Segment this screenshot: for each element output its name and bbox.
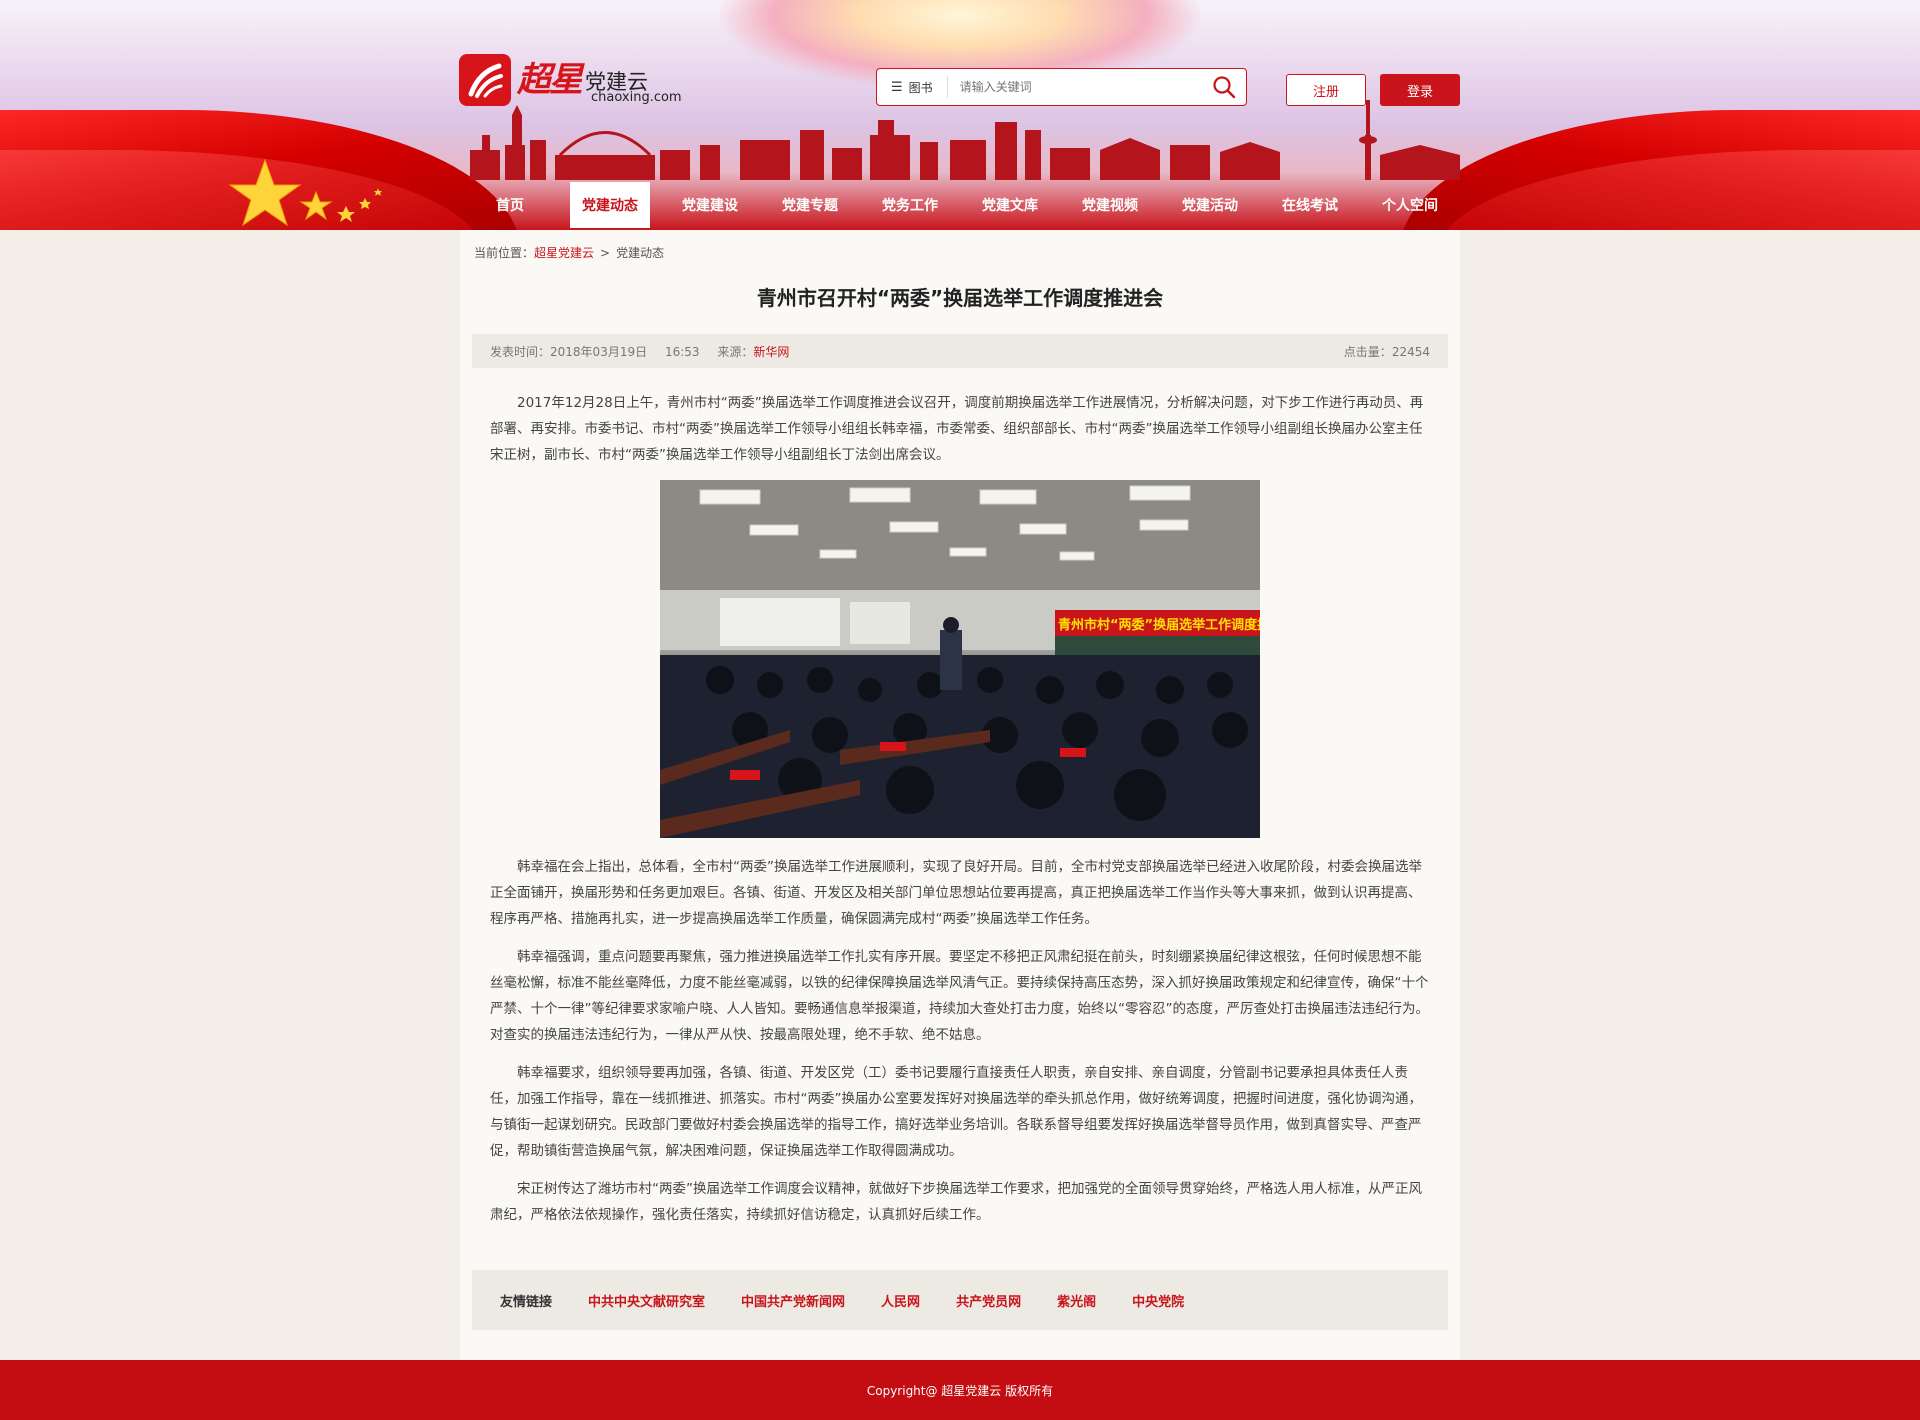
nav-item-home[interactable]: 首页 [460,180,560,230]
friend-links-bar: 友情链接 中共中央文献研究室 中国共产党新闻网 人民网 共产党员网 紫光阁 中央… [472,1270,1448,1330]
header-banner: 超星 党建云 chaoxing.com ☰ 图书 注册 登录 首页 党建动态 党… [0,0,1920,230]
login-button[interactable]: 登录 [1380,74,1460,106]
clicks-label: 点击量： [1343,344,1392,359]
nav-item-party-library[interactable]: 党建文库 [960,180,1060,230]
nav-item-party-activities[interactable]: 党建活动 [1160,180,1260,230]
friend-link[interactable]: 中共中央文献研究室 [588,1291,705,1310]
page-footer: Copyright@ 超星党建云 版权所有 [0,1360,1920,1420]
article-title: 青州市召开村“两委”换届选举工作调度推进会 [756,286,1164,310]
meeting-photo: 青州市村“两委”换届选举工作调度推进会议 [660,480,1260,838]
article-paragraph: 2017年12月28日上午，青州市村“两委”换届选举工作调度推进会议召开，调度前… [490,395,1424,463]
friend-link[interactable]: 共产党员网 [956,1291,1021,1310]
nav-item-personal-space[interactable]: 个人空间 [1360,180,1460,230]
breadcrumb-prefix: 当前位置： [474,246,535,260]
breadcrumb-current: 党建动态 [616,246,665,260]
gold-stars-icon [228,158,382,227]
nav-item-party-affairs[interactable]: 党务工作 [860,180,960,230]
article-paragraph: 宋正树传达了潍坊市村“两委”换届选举工作调度会议精神，就做好下步换届选举工作要求… [490,1181,1422,1223]
search-bar: ☰ 图书 [876,68,1247,106]
friend-links-label: 友情链接 [500,1294,553,1310]
friend-link[interactable]: 中央党院 [1132,1291,1184,1310]
city-skyline-silhouette [470,100,1460,180]
search-category-select[interactable]: ☰ 图书 [877,76,948,98]
search-icon [1213,76,1236,99]
search-button[interactable] [1202,69,1246,105]
nav-item-party-building[interactable]: 党建建设 [660,180,760,230]
logo-brand-text: 超星 [517,60,583,100]
logo-url-text: chaoxing.com [591,90,682,105]
source-link[interactable]: 新华网 [753,345,789,359]
article-paragraph: 韩幸福在会上指出，总体看，全市村“两委”换届选举工作进展顺利，实现了良好开局。目… [490,859,1422,927]
article-paragraph: 韩幸福要求，组织领导要再加强，各镇、街道、开发区党（工）委书记要履行直接责任人职… [490,1065,1422,1159]
register-button[interactable]: 注册 [1286,74,1366,106]
breadcrumb: 当前位置：超星党建云 > 党建动态 [474,244,664,261]
nav-item-party-videos[interactable]: 党建视频 [1060,180,1160,230]
publish-date: 2018年03月19日 [550,344,648,359]
chaoxing-logo-icon [459,54,511,106]
content-panel: 当前位置：超星党建云 > 党建动态 青州市召开村“两委”换届选举工作调度推进会 发表… [460,230,1460,1360]
main-nav: 首页 党建动态 党建建设 党建专题 党务工作 党建文库 党建视频 党建活动 在线… [460,180,1460,230]
article-body: 2017年12月28日上午，青州市村“两委”换届选举工作调度推进会议召开，调度前… [490,390,1430,1240]
copyright-text: Copyright@ 超星党建云 版权所有 [866,1383,1054,1398]
site-logo[interactable]: 超星 党建云 chaoxing.com [459,54,682,106]
friend-link[interactable]: 中国共产党新闻网 [741,1291,845,1310]
photo-banner-text: 青州市村“两委”换届选举工作调度推进会议 [1058,617,1260,633]
search-category-label: 图书 [908,80,933,95]
article-meta-bar: 发表时间：2018年03月19日 16:53 来源：新华网 点击量：22454 [472,334,1448,368]
search-input[interactable] [947,72,1202,102]
publish-label: 发表时间： [490,344,551,359]
breadcrumb-home-link[interactable]: 超星党建云 [534,246,594,260]
breadcrumb-separator: > [600,246,611,260]
publish-time: 16:53 [664,344,700,359]
source-label: 来源： [717,344,754,359]
nav-item-party-topics[interactable]: 党建专题 [760,180,860,230]
friend-link[interactable]: 紫光阁 [1057,1291,1096,1310]
article-paragraph: 韩幸福强调，重点问题要再聚焦，强力推进换届选举工作扎实有序开展。要坚定不移把正风… [490,949,1429,1043]
nav-item-party-news[interactable]: 党建动态 [570,182,650,228]
nav-item-online-exam[interactable]: 在线考试 [1260,180,1360,230]
list-icon: ☰ [891,79,903,95]
clicks-count: 22454 [1391,344,1430,359]
friend-link[interactable]: 人民网 [881,1291,920,1310]
